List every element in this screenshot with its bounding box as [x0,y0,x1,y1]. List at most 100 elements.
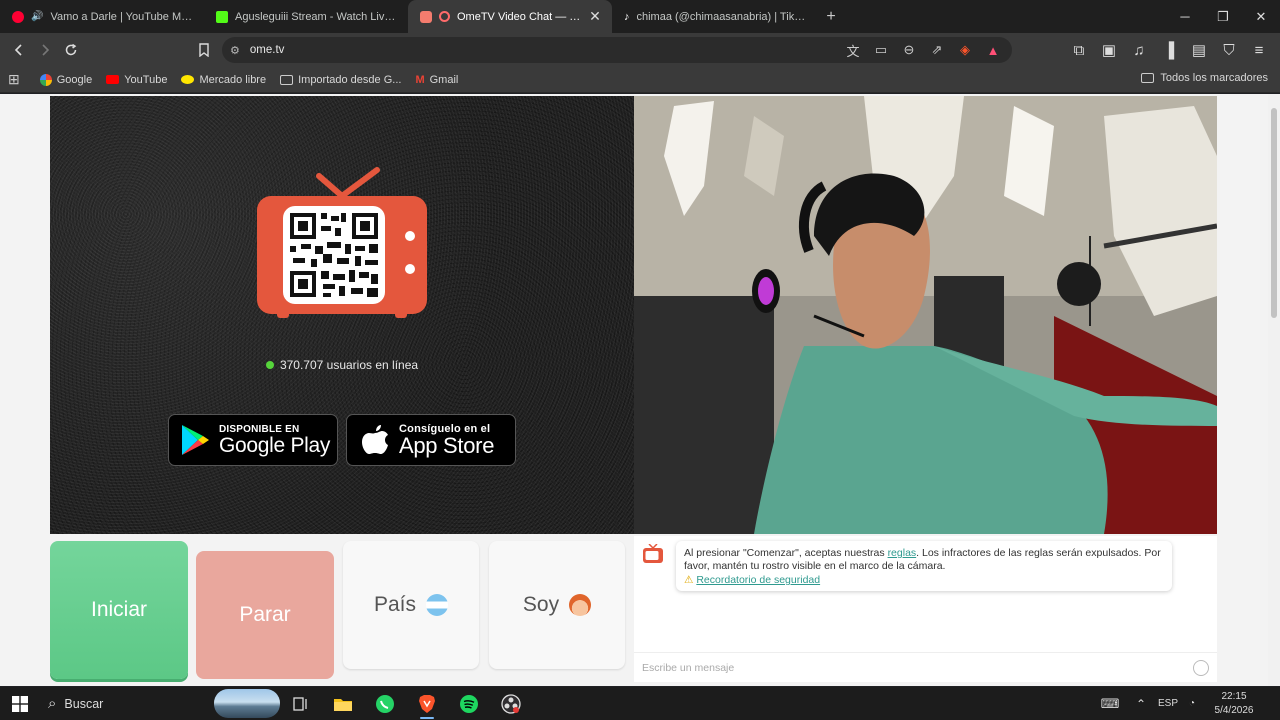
bookmark-label: Importado desde G... [298,73,402,86]
self-video-panel: 370.707 usuarios en línea DISPONIBLE EN … [50,96,634,534]
start-button[interactable]: Iniciar [50,541,188,679]
bookmark-label: YouTube [124,73,168,86]
task-view-icon[interactable] [280,687,322,720]
speaker-icon[interactable]: 🔊 [31,11,43,22]
kick-icon [216,10,228,23]
translate-icon[interactable]: 文 [842,41,864,60]
online-users-count: 370.707 usuarios en línea [50,358,634,372]
address-bar[interactable]: ⚙ ome.tv 文 ▭ ⊖ ⇗ ◈ ▲ [222,37,1012,63]
recording-icon [439,11,450,22]
site-settings-icon[interactable]: ⚙ [230,44,240,57]
tab-youtube-music[interactable]: 🔊 Vamo a Darle | YouTube Music [0,0,204,33]
bookmark-label: Google [56,73,93,86]
brave-shields-icon[interactable]: ◈ [954,42,976,58]
all-bookmarks[interactable]: Todos los marcadores [1141,72,1268,84]
google-play-small-text: DISPONIBLE EN [219,423,300,435]
chat-placeholder: Escribe un mensaje [642,661,735,674]
brave-browser-icon[interactable] [406,687,448,720]
tab-tiktok[interactable]: ♪ chimaa (@chimaasanabria) | TikTok [612,0,816,33]
brave-rewards-icon[interactable]: ▲ [982,43,1004,58]
rules-notice: Al presionar "Comenzar", aceptas nuestra… [676,541,1172,591]
language-indicator[interactable]: ESP [1154,698,1182,709]
me-label: Soy [522,593,560,616]
page-viewport: 370.707 usuarios en línea DISPONIBLE EN … [0,94,1280,686]
browser-toolbar: ⚙ ome.tv 文 ▭ ⊖ ⇗ ◈ ▲ ⧉ ▣ ♫ ▐ ▤ ⛉ ≡ [0,33,1280,67]
network-icon[interactable]: ◔ [1182,698,1202,709]
gender-selector[interactable]: Soy [489,541,625,669]
clock[interactable]: 22:15 5/4/2026 [1202,690,1266,718]
wallet-icon[interactable]: ▤ [1186,37,1212,63]
new-tab-button[interactable]: + [816,0,846,33]
tab-kick[interactable]: Agusleguiii Stream - Watch Live on K [204,0,408,33]
tab-title: chimaa (@chimaasanabria) | TikTok [636,10,807,23]
close-tab-icon[interactable]: ✕ [588,8,602,25]
notice-text: Al presionar "Comenzar", aceptas nuestra… [684,547,885,559]
back-icon[interactable] [6,37,32,63]
google-play-badge[interactable]: DISPONIBLE EN Google Play [168,414,338,466]
folder-icon [1141,73,1155,83]
country-selector[interactable]: País [343,541,479,669]
media-icon[interactable]: ♫ [1126,37,1152,63]
keyboard-icon[interactable]: ⌨ [1092,696,1128,712]
extensions-icon[interactable]: ⧉ [1066,37,1092,63]
bookmark-imported-folder[interactable]: Importado desde G... [280,74,401,86]
folder-icon [280,74,294,85]
bookmark-gmail[interactable]: M Gmail [415,74,458,86]
rules-link[interactable]: reglas [888,547,917,559]
stop-button[interactable]: Parar [196,551,334,679]
search-icon: ⌕ [48,695,57,712]
youtube-icon [106,75,120,84]
forward-icon[interactable] [32,37,58,63]
screenshot-icon[interactable]: ▣ [1096,37,1122,63]
bookmark-icon[interactable] [191,37,217,63]
partner-video-panel [634,96,1217,534]
ometv-qr-tv-icon [257,167,427,318]
sidebar-icon[interactable]: ▐ [1156,37,1182,63]
safety-reminder-link[interactable]: Recordatorio de seguridad [696,574,820,586]
bookmark-mercado-libre[interactable]: Mercado libre [181,74,266,86]
bookmark-youtube[interactable]: YouTube [106,74,167,86]
search-label: Buscar [64,696,104,711]
tab-ometv[interactable]: OmeTV Video Chat — Omegle ✕ [408,0,612,33]
country-label: País [373,593,417,616]
windows-start-icon[interactable] [0,687,40,720]
close-window-icon[interactable]: ✕ [1242,0,1280,33]
file-explorer-icon[interactable] [322,687,364,720]
emoji-icon[interactable] [1193,660,1209,676]
cast-icon[interactable]: ▭ [870,42,892,58]
ometv-tab-icon [420,10,432,23]
all-bookmarks-label: Todos los marcadores [1160,72,1268,84]
spotify-icon[interactable] [448,687,490,720]
reload-icon[interactable] [58,37,84,63]
minimize-icon[interactable]: ─ [1166,0,1204,33]
chat-message-input[interactable]: Escribe un mensaje [634,652,1217,682]
toolbar-right-icons: ⧉ ▣ ♫ ▐ ▤ ⛉ ≡ [1066,37,1272,63]
chevron-up-icon[interactable]: ⌃ [1128,697,1154,711]
maximize-icon[interactable]: ❐ [1204,0,1242,33]
start-label: Iniciar [90,598,148,621]
warning-icon: ⚠ [684,574,694,586]
bookmark-google[interactable]: Google [39,73,93,86]
scrollbar[interactable] [1268,94,1280,686]
whatsapp-icon[interactable] [364,687,406,720]
menu-icon[interactable]: ≡ [1246,37,1272,63]
vpn-icon[interactable]: ⛉ [1216,37,1242,63]
app-store-badge[interactable]: Consíguelo en el App Store [346,414,516,466]
mercadolibre-icon [181,75,195,84]
argentina-flag-icon [426,594,449,616]
gmail-icon: M [415,73,425,86]
taskbar-search[interactable]: ⌕ Buscar [40,687,280,720]
obs-icon[interactable] [490,687,532,720]
share-icon[interactable]: ⇗ [926,42,948,58]
ometv-logo-icon [643,544,663,563]
google-play-big-text: Google Play [219,433,331,457]
tiktok-icon: ♪ [624,10,630,23]
chat-panel: Al presionar "Comenzar", aceptas nuestra… [634,536,1217,682]
scrollbar-thumb[interactable] [1271,108,1277,318]
window-controls: ─ ❐ ✕ [1166,0,1280,33]
app-store-big-text: App Store [399,433,495,458]
apps-grid-icon[interactable]: ⊞ [8,71,20,88]
bookmarks-bar: ⊞ Google YouTube Mercado libre Importado… [0,67,1280,93]
zoom-icon[interactable]: ⊖ [898,42,920,58]
boy-avatar-icon [569,594,592,616]
